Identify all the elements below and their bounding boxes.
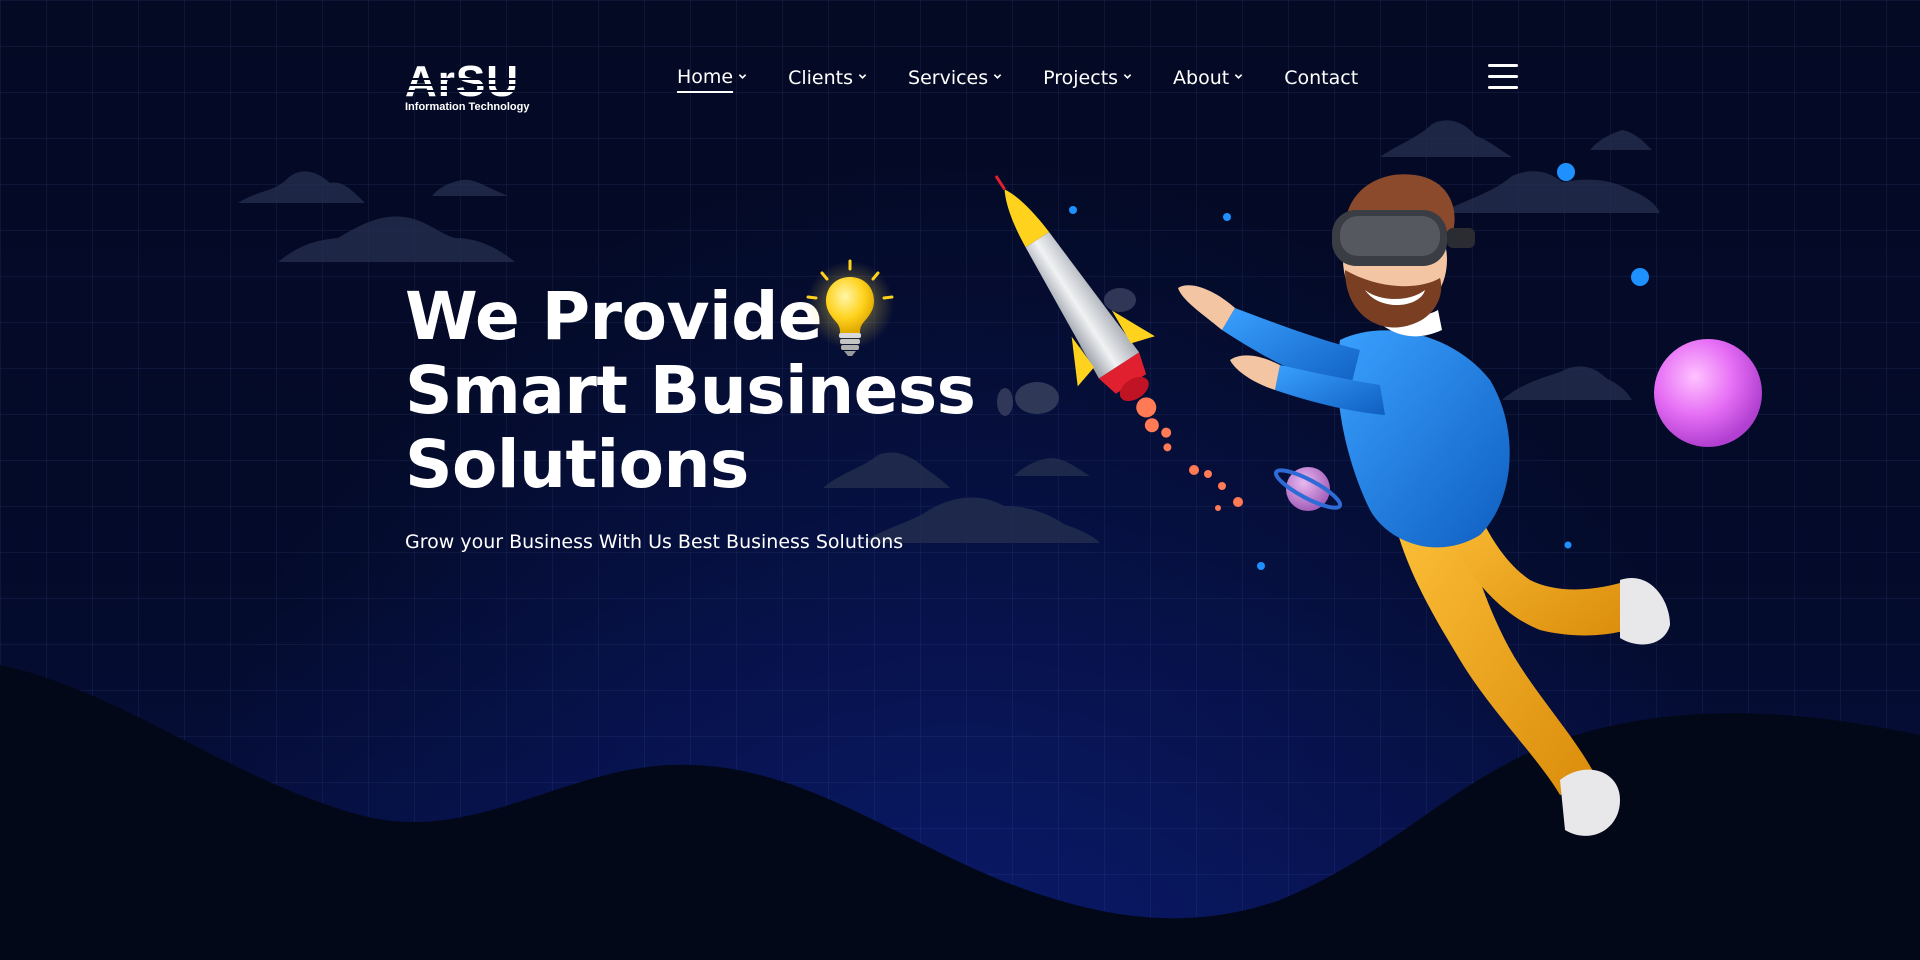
logo-mark: ArSU [405,57,533,106]
chevron-down-icon [738,74,747,79]
hero-subtitle: Grow your Business With Us Best Business… [405,531,904,553]
nav-item-projects[interactable]: Projects [1043,67,1132,92]
lightbulb-icon [806,259,894,356]
nav-label-contact: Contact [1284,67,1359,89]
hero-illustration [994,163,1762,836]
nav-item-home[interactable]: Home [677,66,747,93]
rocket [994,175,1172,452]
chevron-down-icon [1235,74,1243,79]
nav-item-services[interactable]: Services [908,67,1002,92]
planet-ringed [1273,467,1343,511]
nav-label-about: About [1173,67,1230,89]
nav-label-services: Services [908,67,989,89]
nav-label-home: Home [677,66,734,93]
hero-title-line-3: Solutions [405,426,749,503]
chevron-down-icon [1123,74,1132,79]
main-navigation: Home Clients Services Projects About Con… [677,66,1399,93]
nav-label-projects: Projects [1043,67,1119,89]
brand-logo[interactable]: ArSU Information Technology [405,60,535,116]
character [1178,174,1670,836]
chevron-down-icon [993,74,1002,79]
rocket-sparks [1189,465,1243,511]
logo-tagline: Information Technology [405,101,530,113]
nav-item-contact[interactable]: Contact [1284,67,1358,92]
hamburger-icon [1488,64,1518,67]
hero-section: ArSU Information Technology Home Clients… [0,0,1920,960]
nav-item-about[interactable]: About [1173,67,1243,92]
menu-button[interactable] [1488,64,1518,90]
planet-pink [1654,339,1762,447]
nav-item-clients[interactable]: Clients [788,67,867,92]
logo-wordmark: ArSU [405,57,520,106]
chevron-down-icon [858,74,867,79]
nav-label-clients: Clients [788,67,854,89]
hero-title-line-2: Smart Business [405,352,976,429]
